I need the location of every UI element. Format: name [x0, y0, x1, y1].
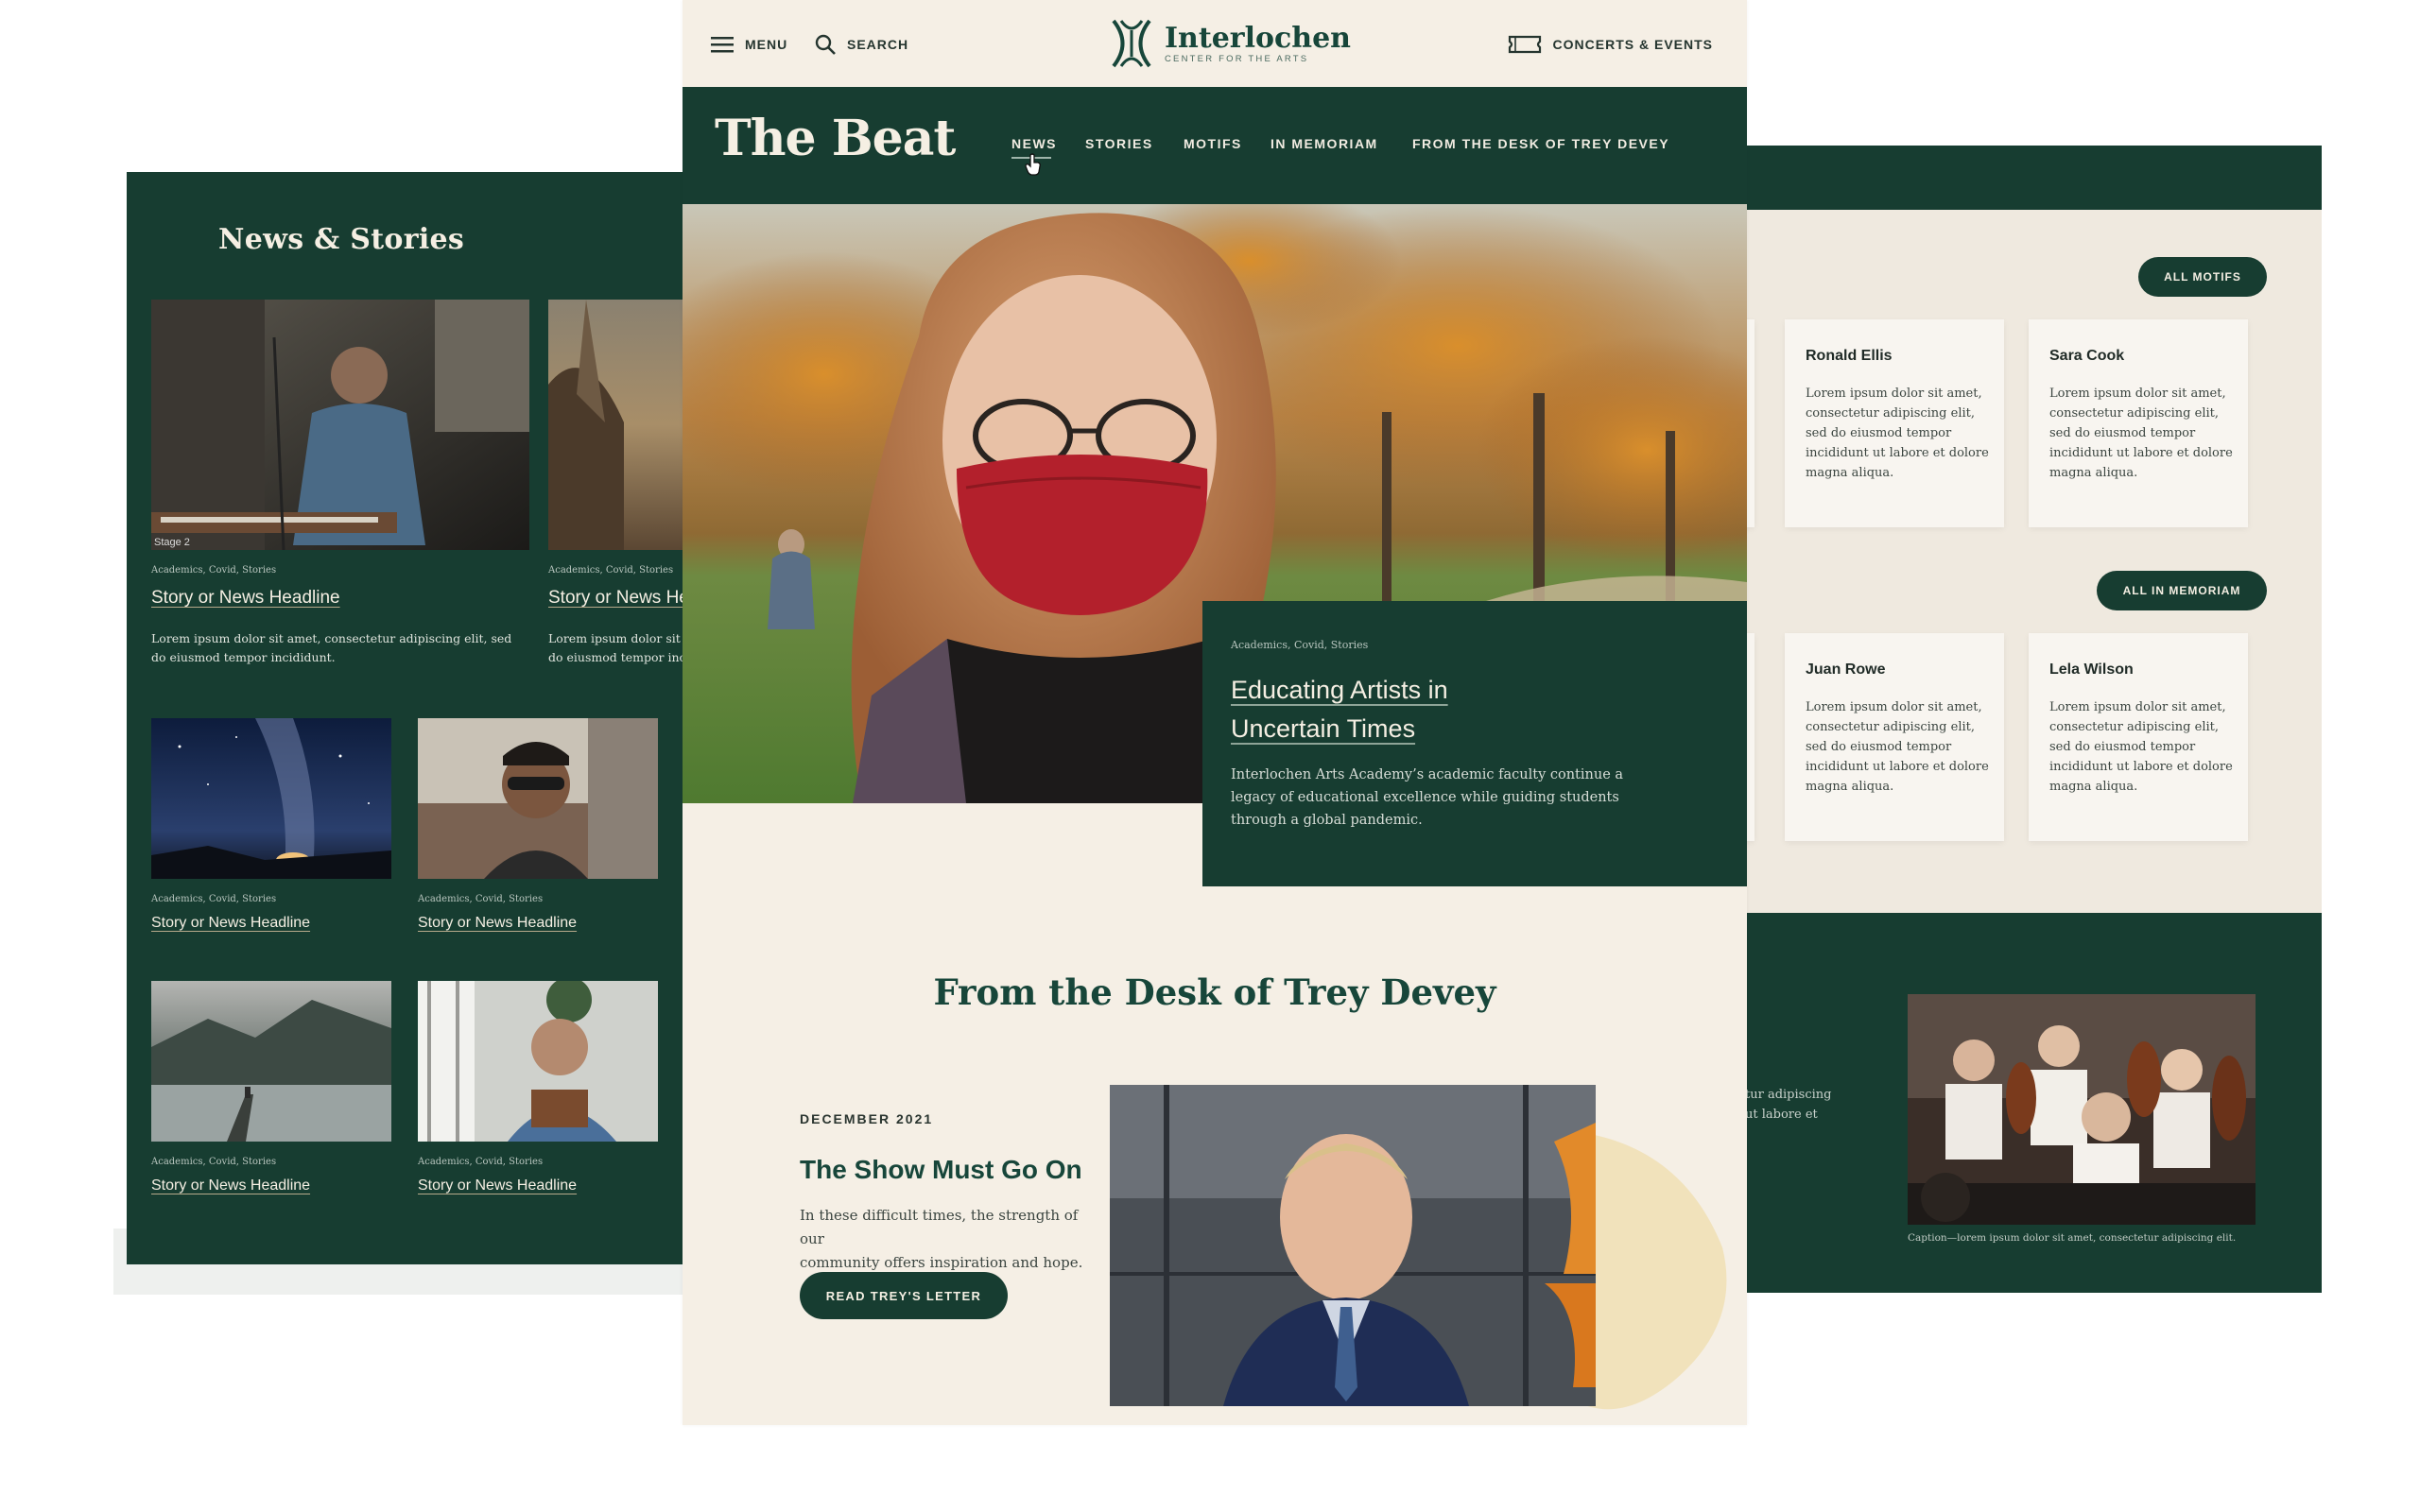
motif-name: Ronald Ellis: [1806, 348, 1893, 364]
story-photo-musician[interactable]: Stage 2: [151, 300, 529, 550]
menu-button[interactable]: MENU: [711, 32, 787, 57]
story-headline-link[interactable]: Story or News Headline: [418, 915, 577, 932]
story-tags: Academics, Covid, Stories: [418, 894, 544, 904]
search-button[interactable]: SEARCH: [815, 32, 908, 57]
story-headline-link[interactable]: Story or News Headline: [151, 1177, 310, 1194]
motif-body: Lorem ipsum dolor sit amet, consectetur …: [2049, 387, 2233, 480]
story-excerpt: Lorem ipsum dolor sit amet, consectetur …: [548, 631, 694, 664]
hero-feature-card[interactable]: Academics, Covid, Stories Educating Arti…: [1202, 601, 1747, 886]
hero-headline-link[interactable]: Educating Artists in Uncertain Times: [1231, 671, 1514, 748]
story-tags: Academics, Covid, Stories: [418, 1157, 544, 1167]
memoriam-card[interactable]: Lela Wilson Lorem ipsum dolor sit amet, …: [2029, 633, 2248, 841]
nav-item-news[interactable]: NEWS: [1011, 136, 1057, 151]
memoriam-body: Lorem ipsum dolor sit amet, consectetur …: [1806, 700, 1989, 794]
story-headline-link[interactable]: Story or News Headline: [151, 588, 340, 609]
photo-caption: Caption—lorem ipsum dolor sit amet, cons…: [1908, 1232, 2237, 1244]
motif-name: Sara Cook: [2049, 348, 2125, 364]
desk-section-title: From the Desk of Trey Devey: [933, 971, 1496, 1013]
story-photo-reader[interactable]: [418, 981, 658, 1142]
search-icon: [815, 34, 836, 55]
motif-body: Lorem ipsum dolor sit amet, consectetur …: [1806, 387, 1989, 480]
story-tags: Academics, Covid, Stories: [548, 565, 674, 576]
motif-card[interactable]: Sara Cook Lorem ipsum dolor sit amet, co…: [2029, 319, 2248, 527]
nav-item-in-memoriam[interactable]: IN MEMORIAM: [1270, 136, 1378, 151]
the-beat-page: MENU SEARCH Interlochen CENTER FOR THE A…: [683, 0, 1747, 1425]
feature-text-partial: tur adipiscing ut labore et: [1745, 1088, 1832, 1122]
story-headline-link[interactable]: Story or News Headline: [548, 588, 694, 609]
ticket-icon: [1508, 35, 1541, 54]
trey-devey-portrait[interactable]: [1110, 1085, 1596, 1406]
memoriam-card[interactable]: Juan Rowe Lorem ipsum dolor sit amet, co…: [1785, 633, 2004, 841]
story-tags: Academics, Covid, Stories: [151, 894, 277, 904]
hero-excerpt: Interlochen Arts Academy’s academic facu…: [1231, 767, 1624, 828]
story-headline-link[interactable]: Story or News Headline: [151, 915, 310, 932]
desk-body: In these difficult times, the strength o…: [800, 1207, 1083, 1271]
story-photo-dunes[interactable]: [548, 300, 694, 550]
all-in-memoriam-button[interactable]: ALL IN MEMORIAM: [2097, 571, 2267, 610]
all-motifs-button[interactable]: ALL MOTIFS: [2138, 257, 2267, 297]
right-panel-topbar: [1741, 146, 2322, 210]
hand-cursor-icon: [1025, 153, 1041, 176]
interlochen-logo[interactable]: Interlochen CENTER FOR THE ARTS: [1110, 15, 1351, 72]
story-photo-lake[interactable]: [151, 981, 391, 1142]
site-header: MENU SEARCH Interlochen CENTER FOR THE A…: [683, 0, 1747, 87]
memoriam-body: Lorem ipsum dolor sit amet, consectetur …: [2049, 700, 2233, 794]
desk-date: DECEMBER 2021: [800, 1111, 934, 1126]
news-stories-panel: News & Stories Stage 2 Academics, Covid,…: [127, 172, 694, 1264]
panel-title: News & Stories: [218, 223, 465, 256]
nav-item-from-the-desk[interactable]: FROM THE DESK OF TREY DEVEY: [1412, 136, 1669, 151]
hero-tags: Academics, Covid, Stories: [1231, 639, 1369, 651]
story-excerpt: Lorem ipsum dolor sit amet, consectetur …: [151, 631, 512, 664]
the-beat-title[interactable]: The Beat: [715, 110, 956, 167]
logo-name: Interlochen: [1165, 21, 1351, 55]
story-photo-portrait-man[interactable]: [418, 718, 658, 879]
section-nav: The Beat NEWS STORIES MOTIFS IN MEMORIAM…: [683, 87, 1747, 204]
svg-text:Stage 2: Stage 2: [154, 537, 190, 548]
memoriam-name: Lela Wilson: [2049, 662, 2134, 678]
motif-card[interactable]: Ronald Ellis Lorem ipsum dolor sit amet,…: [1785, 319, 2004, 527]
nav-item-motifs[interactable]: MOTIFS: [1184, 136, 1242, 151]
nav-item-stories[interactable]: STORIES: [1085, 136, 1153, 151]
story-tags: Academics, Covid, Stories: [151, 565, 277, 576]
story-photo-night-sky[interactable]: [151, 718, 391, 879]
interlochen-mark-icon: [1112, 19, 1151, 68]
desk-headline[interactable]: The Show Must Go On: [800, 1155, 1082, 1185]
story-headline-link[interactable]: Story or News Headline: [418, 1177, 577, 1194]
story-tags: Academics, Covid, Stories: [151, 1157, 277, 1167]
memoriam-name: Juan Rowe: [1806, 662, 1886, 678]
concerts-events-button[interactable]: CONCERTS & EVENTS: [1508, 32, 1713, 57]
read-treys-letter-button[interactable]: READ TREY'S LETTER: [800, 1272, 1008, 1319]
motifs-memoriam-panel: ALL MOTIFS Ronald Ellis Lorem ipsum dolo…: [1741, 146, 2322, 1293]
orchestra-photo[interactable]: [1908, 994, 2256, 1225]
logo-subtitle: CENTER FOR THE ARTS: [1165, 53, 1309, 64]
hamburger-icon: [711, 37, 734, 53]
